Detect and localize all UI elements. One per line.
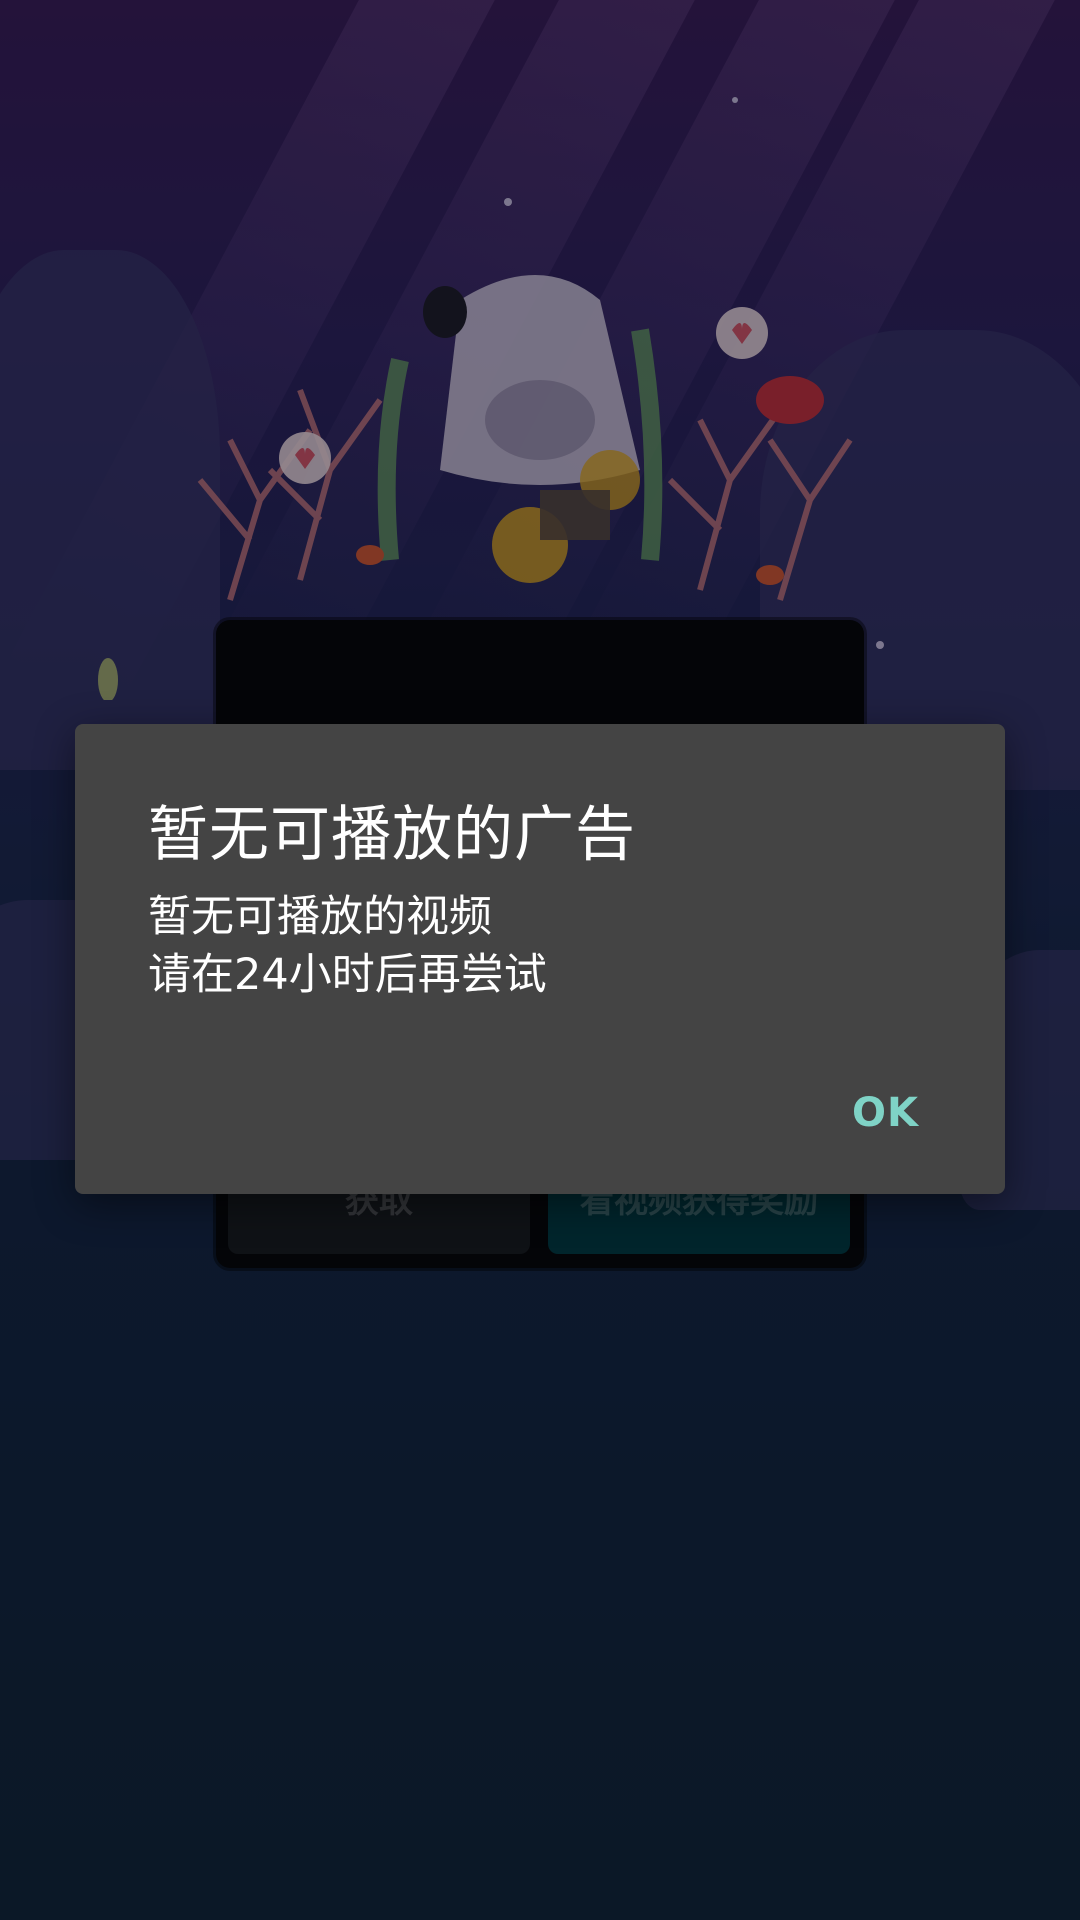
dialog-message: 暂无可播放的视频 请在24小时后再尝试 <box>148 888 547 1004</box>
app-screen: 获取 看视频获得奖励 暂无可播放的广告 暂无可播放的视频 请在24小时后再尝试 … <box>0 0 1080 1920</box>
dialog-message-line: 请在24小时后再尝试 <box>148 950 547 1000</box>
alert-dialog: 暂无可播放的广告 暂无可播放的视频 请在24小时后再尝试 OK <box>75 724 1005 1194</box>
dialog-title: 暂无可播放的广告 <box>148 800 636 870</box>
dialog-message-line: 暂无可播放的视频 <box>148 892 492 942</box>
ok-button[interactable]: OK <box>846 1086 925 1140</box>
